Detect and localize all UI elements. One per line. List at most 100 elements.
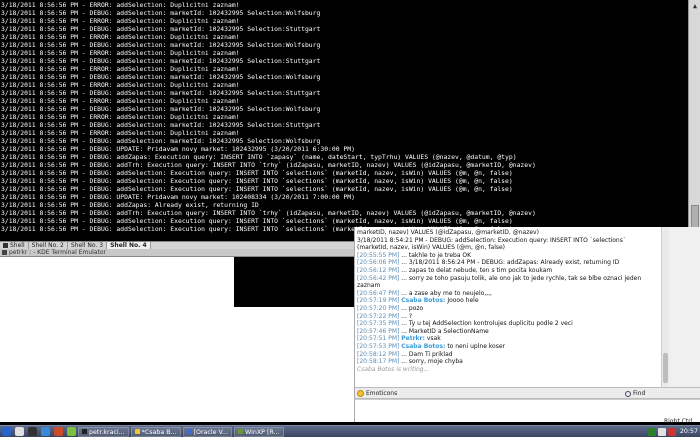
task-petr[interactable]: petr.kraci... <box>78 426 129 437</box>
chat-message: [20:57:46 PM] ... MarketID a SelectionNa… <box>357 328 659 336</box>
chat-timestamp: [20:56:06 PM] <box>357 259 400 267</box>
search-icon <box>625 390 631 397</box>
chat-message: [20:57:19 PM] Csaba Botos: Joooo hele <box>357 297 659 305</box>
chat-nick: Petrkr: <box>401 335 425 343</box>
chat-text: ... ? <box>401 312 413 320</box>
start-menu-icon[interactable] <box>2 427 11 436</box>
app-launcher-icon[interactable] <box>54 427 63 436</box>
terminal-line: 3/18/2011 8:56:56 PM - DEBUG: addSelecti… <box>1 89 321 97</box>
taskbar: petr.kraci... *Csaba B... [Oracle V... W… <box>0 425 700 437</box>
clock[interactable]: 20:57 <box>678 428 698 435</box>
terminal-line: 3/18/2011 8:56:56 PM - DEBUG: addSelecti… <box>1 121 321 129</box>
terminal-line: 3/18/2011 8:56:56 PM - ERROR: addSelecti… <box>1 49 240 57</box>
window-title: petrkr : - KDE Terminal Emulator <box>9 249 106 256</box>
system-tray: 20:57 <box>647 427 700 436</box>
terminal-line: 3/18/2011 8:56:56 PM - ERROR: addSelecti… <box>1 33 240 41</box>
host-key-label: Right Ctrl <box>664 418 693 425</box>
terminal-output[interactable]: 3/18/2011 8:56:56 PM - ERROR: addSelecti… <box>0 0 688 241</box>
chat-timestamp: [20:57:19 PM] <box>357 297 400 305</box>
chat-timestamp: [20:56:47 PM] <box>357 289 400 297</box>
chat-message: [20:57:53 PM] Csaba Botos: to neni uplne… <box>357 343 659 351</box>
terminal-line: 3/18/2011 8:56:56 PM - ERROR: addSelecti… <box>1 65 240 73</box>
chat-scrollbar[interactable] <box>661 227 669 387</box>
chat-text: ... sorry ze toho pasuju tolik, ale ono … <box>401 274 642 282</box>
chat-text: ... sorry, moje chyba <box>401 358 463 366</box>
chat-text: ... a zase aby me to neujelo,,,, <box>401 289 492 297</box>
terminal-line: 3/18/2011 8:56:56 PM - DEBUG: addSelecti… <box>1 169 513 177</box>
chat-text: ... Dam Ti priklad <box>401 350 453 358</box>
chat-message: [20:58:12 PM] ... Dam Ti priklad <box>357 351 659 359</box>
task-winxp[interactable]: WinXP [R... <box>234 426 284 437</box>
chat-message: [20:55:55 PM] ... takhle to je treba OK <box>357 252 659 260</box>
smiley-icon <box>357 390 364 397</box>
chat-window: marketID, nazev) VALUES (@idZapasu, @mar… <box>354 227 700 422</box>
typing-indicator: Csaba Botos is writing... <box>357 365 430 373</box>
terminal-line: 3/18/2011 8:56:56 PM - ERROR: addSelecti… <box>1 17 240 25</box>
chat-timestamp: [20:55:55 PM] <box>357 251 400 259</box>
show-desktop-icon[interactable] <box>15 427 24 436</box>
chat-text: vsak <box>426 335 441 343</box>
chat-text: ... pozo <box>401 304 424 312</box>
terminal-line: 3/18/2011 8:56:56 PM - DEBUG: addSelecti… <box>1 217 513 225</box>
terminal-line: 3/18/2011 8:56:56 PM - DEBUG: addSelecti… <box>1 9 321 17</box>
chat-scrollbar-thumb[interactable] <box>663 353 668 383</box>
chat-timestamp: [20:58:17 PM] <box>357 358 400 366</box>
terminal-launcher-icon[interactable] <box>28 427 37 436</box>
chat-timestamp: [20:57:51 PM] <box>357 335 400 343</box>
video-window <box>234 257 354 307</box>
chat-timestamp: [20:58:12 PM] <box>357 350 400 358</box>
terminal-line: 3/18/2011 8:56:56 PM - ERROR: addSelecti… <box>1 129 240 137</box>
terminal-line: 3/18/2011 8:56:56 PM - DEBUG: addSelecti… <box>1 73 321 81</box>
browser-launcher-icon[interactable] <box>41 427 50 436</box>
find-button[interactable]: Find <box>625 388 645 399</box>
chat-message: 3/18/2011 8:54:21 PM - DEBUG: addSelecti… <box>357 237 659 245</box>
update-icon[interactable] <box>667 427 676 436</box>
chat-text: ... MarketID a SelectionName <box>401 327 489 335</box>
terminal-line: 3/18/2011 8:56:56 PM - DEBUG: addSelecti… <box>1 105 321 113</box>
chat-message: [20:56:12 PM] ... zapas to delat nebude,… <box>357 267 659 275</box>
chat-text: to neni uplne koser <box>447 342 506 350</box>
konsole-icon <box>2 250 7 255</box>
emoticons-button[interactable]: Emoticons <box>357 388 397 399</box>
volume-icon[interactable] <box>657 427 666 436</box>
chat-side-panel <box>669 227 700 387</box>
terminal-line: 3/18/2011 8:56:56 PM - DEBUG: addSelecti… <box>1 137 321 145</box>
chat-message: [20:57:22 PM] ... ? <box>357 313 659 321</box>
terminal-line: 3/18/2011 8:56:56 PM - ERROR: addSelecti… <box>1 97 240 105</box>
scroll-up-icon[interactable]: ▲ <box>690 1 700 11</box>
terminal-line: 3/18/2011 8:56:56 PM - ERROR: addSelecti… <box>1 81 240 89</box>
chat-text: Joooo hele <box>447 297 479 305</box>
chat-text: 3/18/2011 8:54:21 PM - DEBUG: addSelecti… <box>357 236 626 244</box>
task-csaba[interactable]: *Csaba B... <box>130 426 181 437</box>
chat-timestamp: [20:57:20 PM] <box>357 304 400 312</box>
chat-message-input[interactable] <box>355 399 700 422</box>
terminal-line: 3/18/2011 8:56:56 PM - ERROR: addSelecti… <box>1 113 240 121</box>
chat-timestamp: [20:57:46 PM] <box>357 327 400 335</box>
terminal-line: 3/18/2011 8:56:56 PM - DEBUG: addTrh: Ex… <box>1 209 536 217</box>
chat-text: marketID, nazev) VALUES (@idZapasu, @mar… <box>357 229 539 236</box>
chat-toolbar: Emoticons Find <box>355 387 700 399</box>
chat-nick: Csaba Botos: <box>401 297 446 305</box>
chat-text: ... zapas to delat nebude, ten s tim poc… <box>401 266 553 274</box>
terminal-line: 3/18/2011 8:56:56 PM - DEBUG: addZapas: … <box>1 153 517 161</box>
chat-timestamp: [20:56:12 PM] <box>357 266 400 274</box>
terminal-icon <box>3 242 8 248</box>
task-oracle[interactable]: [Oracle V... <box>182 426 232 437</box>
chat-timestamp: [20:57:22 PM] <box>357 312 400 320</box>
terminal-line: 3/18/2011 8:56:56 PM - DEBUG: addZapas: … <box>1 201 259 209</box>
chat-text: ... takhle to je treba OK <box>401 251 472 259</box>
terminal-line: 3/18/2011 8:56:56 PM - ERROR: addSelecti… <box>1 1 240 9</box>
chat-log: marketID, nazev) VALUES (@idZapasu, @mar… <box>355 227 661 387</box>
chat-message: [20:57:51 PM] Petrkr: vsak <box>357 335 659 343</box>
chat-timestamp: [20:56:42 PM] <box>357 274 400 282</box>
pager-icon[interactable] <box>67 427 76 436</box>
terminal-line: 3/18/2011 8:56:56 PM - DEBUG: addSelecti… <box>1 177 513 185</box>
terminal-line: 3/18/2011 8:56:56 PM - DEBUG: addTrh: Ex… <box>1 161 536 169</box>
chat-timestamp: [20:57:35 PM] <box>357 320 400 328</box>
network-icon[interactable] <box>647 427 656 436</box>
terminal-scrollbar[interactable]: ▲ <box>688 0 700 241</box>
terminal-line: 3/18/2011 8:56:56 PM - DEBUG: addSelecti… <box>1 41 321 49</box>
terminal-line: 3/18/2011 8:56:56 PM - DEBUG: UPDATE: Pr… <box>1 145 355 153</box>
terminal-line: 3/18/2011 8:56:56 PM - DEBUG: addSelecti… <box>1 57 321 65</box>
terminal-line: 3/18/2011 8:56:56 PM - DEBUG: addSelecti… <box>1 185 513 193</box>
